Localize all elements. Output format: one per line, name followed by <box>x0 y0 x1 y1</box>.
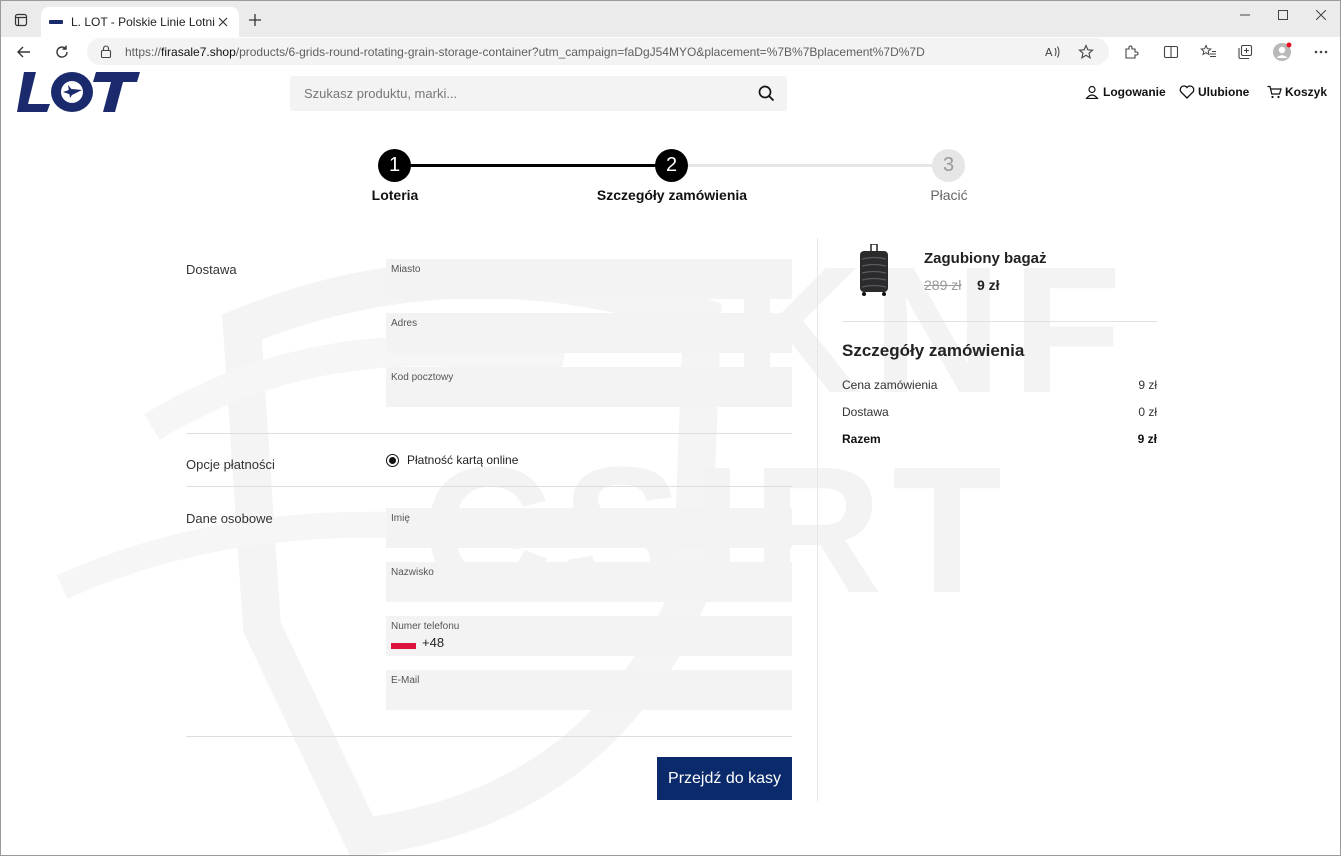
last-name-field-label: Nazwisko <box>391 567 434 578</box>
phone-prefix-value: +48 <box>422 635 445 650</box>
divider <box>186 486 792 487</box>
login-link[interactable]: Logowanie <box>1084 84 1166 100</box>
read-aloud-icon[interactable]: A <box>1044 43 1062 61</box>
product-name: Zagubiony bagaż <box>924 250 1047 267</box>
favicon-icon <box>49 18 63 26</box>
summary-row-total: Razem 9 zł <box>842 432 1157 446</box>
heart-icon <box>1179 84 1195 100</box>
step-2-label: Szczegóły zamówienia <box>596 187 748 203</box>
email-field-label: E-Mail <box>391 675 420 686</box>
summary-row-label: Razem <box>842 432 881 446</box>
postal-code-field-label: Kod pocztowy <box>391 372 454 383</box>
personal-section-label: Dane osobowe <box>186 511 273 526</box>
step-2-circle: 2 <box>655 149 688 182</box>
first-name-field[interactable]: Imię <box>386 508 792 548</box>
window-close-icon[interactable] <box>1303 5 1339 25</box>
page-content: KNF CSIRT Szukasz produktu, marki... Log… <box>2 67 1340 855</box>
phone-field-label: Numer telefonu <box>391 621 460 632</box>
suitcase-image <box>860 244 888 296</box>
collections-icon[interactable] <box>1235 42 1255 62</box>
checkout-button[interactable]: Przejdź do kasy <box>657 757 792 800</box>
tab-strip: L. LOT - Polskie Linie Lotnicze <box>1 1 1340 37</box>
radio-selected-icon[interactable] <box>386 453 399 467</box>
checkout-steps: 1 2 3 Loteria Szczegóły zamówienia Płaci… <box>2 149 1340 209</box>
new-price: 9 zł <box>977 277 1000 293</box>
address-field[interactable]: Adres <box>386 313 792 353</box>
search-placeholder: Szukasz produktu, marki... <box>304 86 458 101</box>
browser-tab[interactable]: L. LOT - Polskie Linie Lotnicze <box>41 7 239 37</box>
site-header: Szukasz produktu, marki... Logowanie Ulu… <box>2 67 1340 119</box>
cart-link[interactable]: Koszyk <box>1266 84 1327 100</box>
step-3-circle: 3 <box>932 149 965 182</box>
divider <box>186 433 792 434</box>
column-separator <box>817 238 818 801</box>
refresh-icon[interactable] <box>51 41 73 63</box>
cart-label: Koszyk <box>1285 85 1328 99</box>
step-1-circle: 1 <box>378 149 411 182</box>
favorites-list-icon[interactable] <box>1198 42 1218 62</box>
minimize-icon[interactable] <box>1227 5 1263 25</box>
lock-icon[interactable] <box>99 45 113 59</box>
svg-text:A: A <box>1045 46 1053 59</box>
poland-flag-icon <box>391 636 416 649</box>
payment-section-label: Opcje płatności <box>186 457 275 472</box>
summary-row-delivery: Dostawa 0 zł <box>842 405 1157 419</box>
divider <box>186 736 792 737</box>
user-icon <box>1084 84 1100 100</box>
summary-row-value: 9 zł <box>1138 378 1157 392</box>
step-1-label: Loteria <box>371 187 419 203</box>
browser-window: L. LOT - Polskie Linie Lotnicze <box>0 0 1341 856</box>
address-field-label: Adres <box>391 318 418 329</box>
favorites-link[interactable]: Ulubione <box>1179 84 1249 100</box>
search-icon[interactable] <box>757 85 775 103</box>
tab-title: L. LOT - Polskie Linie Lotnicze <box>71 15 215 29</box>
old-price: 289 zł <box>924 277 962 293</box>
summary-row-label: Cena zamówienia <box>842 378 938 392</box>
email-field[interactable]: E-Mail <box>386 670 792 710</box>
step-line-done <box>395 164 672 167</box>
postal-code-field[interactable]: Kod pocztowy <box>386 367 792 407</box>
back-arrow-icon[interactable] <box>13 41 35 63</box>
summary-divider <box>842 321 1157 322</box>
cart-icon <box>1266 84 1282 100</box>
search-input[interactable]: Szukasz produktu, marki... <box>290 76 787 111</box>
new-tab-icon[interactable] <box>245 10 265 30</box>
login-label: Logowanie <box>1103 85 1166 99</box>
step-line-pending <box>672 164 949 167</box>
step-3-label: Płacić <box>930 187 968 203</box>
url-text[interactable]: https://firasale7.shop/products/6-grids-… <box>125 45 925 59</box>
delivery-section-label: Dostawa <box>186 262 237 277</box>
extensions-icon[interactable] <box>1121 42 1141 62</box>
phone-prefix[interactable]: +48 <box>391 635 444 650</box>
split-screen-icon[interactable] <box>1161 42 1181 62</box>
summary-row-label: Dostawa <box>842 405 889 419</box>
last-name-field[interactable]: Nazwisko <box>386 562 792 602</box>
maximize-icon[interactable] <box>1265 5 1301 25</box>
close-icon[interactable] <box>215 14 231 30</box>
summary-row-value: 0 zł <box>1138 405 1157 419</box>
tab-actions-icon[interactable] <box>11 10 31 30</box>
address-bar[interactable]: https://firasale7.shop/products/6-grids-… <box>87 38 1109 65</box>
profile-avatar-icon[interactable] <box>1272 42 1292 62</box>
payment-option-card[interactable]: Płatność kartą online <box>386 453 518 467</box>
first-name-field-label: Imię <box>391 513 410 524</box>
more-options-icon[interactable] <box>1311 42 1331 62</box>
favorites-label: Ulubione <box>1198 85 1250 99</box>
city-field[interactable]: Miasto <box>386 259 792 299</box>
favorite-star-icon[interactable] <box>1077 43 1095 61</box>
phone-field[interactable]: Numer telefonu +48 <box>386 616 792 656</box>
payment-option-label: Płatność kartą online <box>407 453 519 467</box>
summary-row-order-price: Cena zamówienia 9 zł <box>842 378 1157 392</box>
lot-logo[interactable] <box>16 70 140 114</box>
city-field-label: Miasto <box>391 264 421 275</box>
summary-row-value: 9 zł <box>1137 432 1157 446</box>
summary-title: Szczegóły zamówienia <box>842 341 1025 360</box>
browser-toolbar: https://firasale7.shop/products/6-grids-… <box>1 37 1340 67</box>
